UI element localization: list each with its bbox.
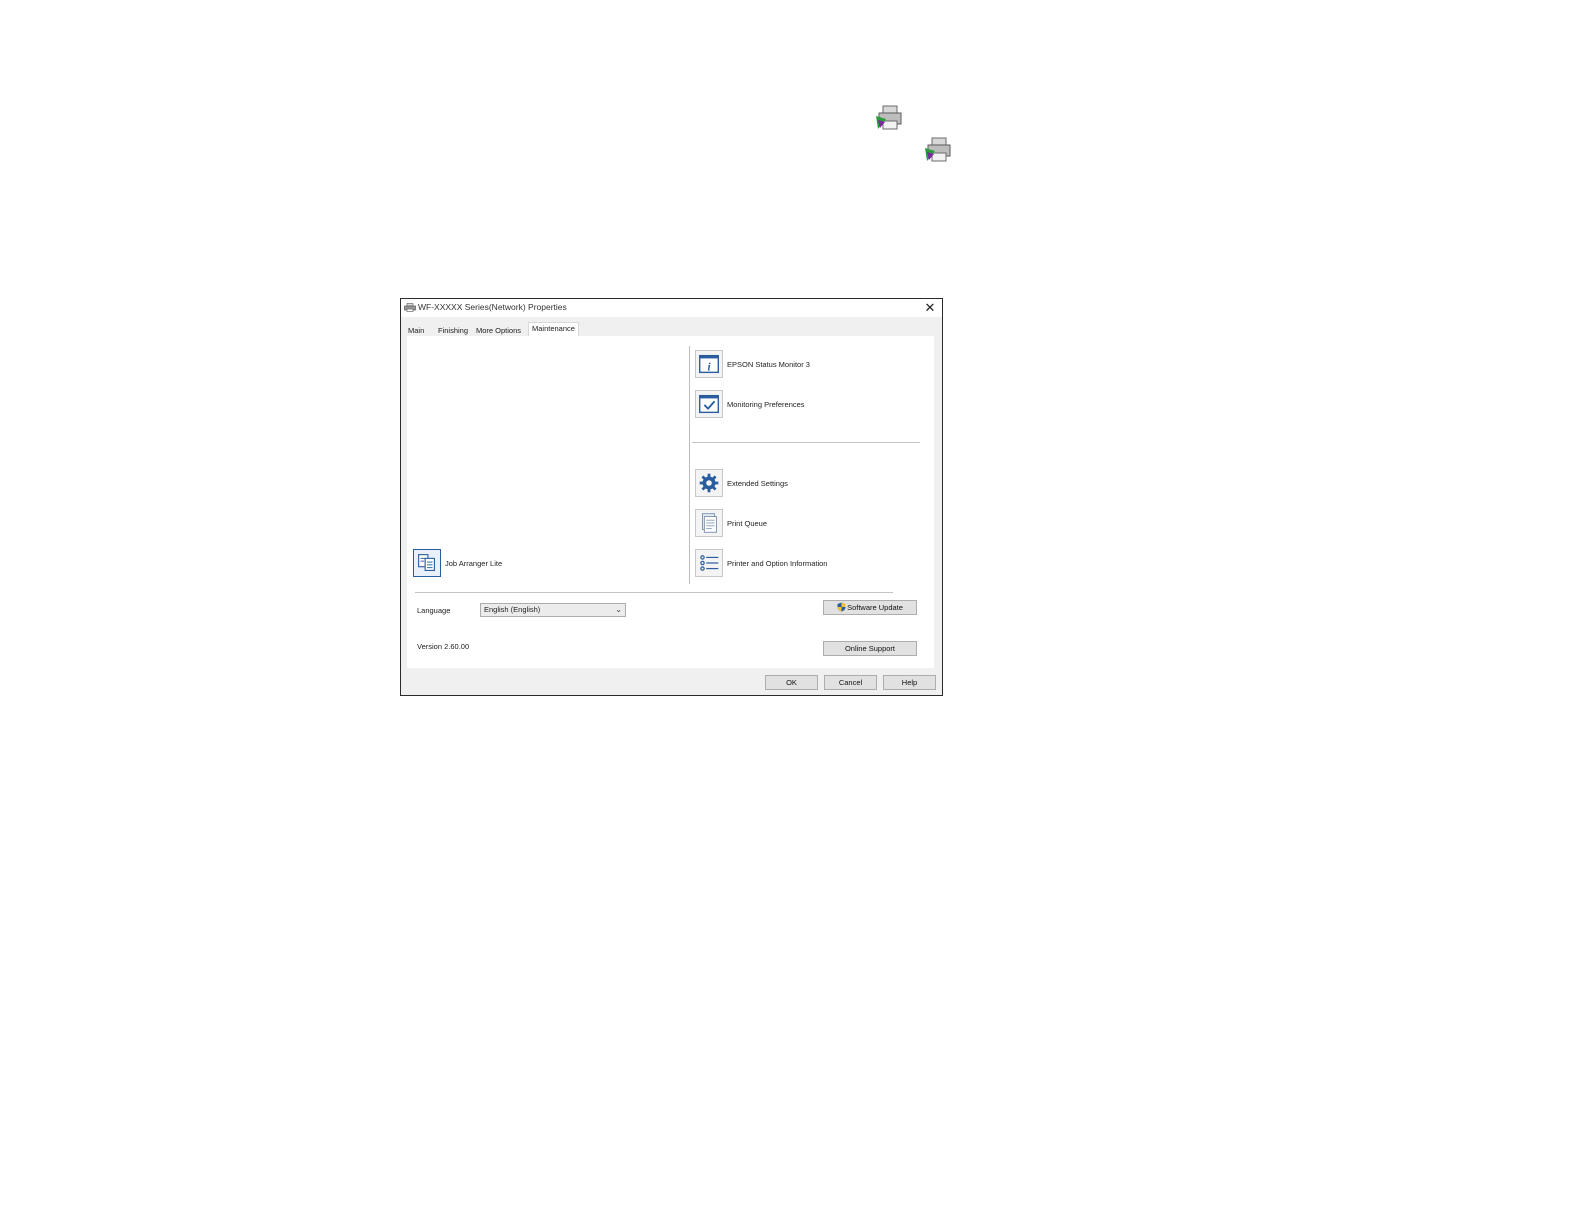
online-support-label: Online Support bbox=[844, 644, 896, 653]
extended-settings-label: Extended Settings bbox=[727, 479, 788, 488]
close-icon[interactable]: ✕ bbox=[922, 300, 938, 316]
vertical-divider bbox=[689, 346, 690, 584]
maintenance-panel: i EPSON Status Monitor 3 Monitoring Pref… bbox=[407, 336, 934, 668]
software-update-button[interactable]: Software Update bbox=[823, 600, 917, 615]
chevron-down-icon: ⌄ bbox=[615, 605, 622, 614]
language-select[interactable]: English (English) ⌄ bbox=[480, 603, 626, 617]
extended-settings-button[interactable]: Extended Settings bbox=[695, 469, 835, 499]
window-title: WF-XXXXX Series(Network) Properties bbox=[418, 302, 567, 312]
tab-maintenance[interactable]: Maintenance bbox=[528, 322, 579, 336]
language-label: Language bbox=[417, 606, 451, 615]
help-button[interactable]: Help bbox=[883, 675, 936, 690]
status-monitor-label: EPSON Status Monitor 3 bbox=[727, 360, 810, 369]
tab-main[interactable]: Main bbox=[405, 325, 427, 336]
cancel-button[interactable]: Cancel bbox=[824, 675, 877, 690]
printer-icon bbox=[923, 136, 953, 164]
bottom-divider bbox=[415, 592, 893, 593]
tab-more-options[interactable]: More Options bbox=[473, 325, 524, 336]
online-support-button[interactable]: Online Support bbox=[823, 641, 917, 656]
ok-button[interactable]: OK bbox=[765, 675, 818, 690]
gear-icon bbox=[695, 469, 723, 497]
shield-icon bbox=[837, 602, 846, 612]
monitoring-preferences-label: Monitoring Preferences bbox=[727, 400, 805, 409]
language-selected-value: English (English) bbox=[484, 605, 541, 614]
section-divider bbox=[692, 442, 920, 443]
printer-properties-dialog: WF-XXXXX Series(Network) Properties ✕ Ma… bbox=[400, 298, 943, 696]
printer-info-button[interactable]: Printer and Option Information bbox=[695, 549, 855, 579]
monitoring-preferences-button[interactable]: Monitoring Preferences bbox=[695, 390, 835, 420]
software-update-label: Software Update bbox=[847, 603, 903, 612]
checkmark-icon bbox=[695, 390, 723, 418]
status-monitor-button[interactable]: i EPSON Status Monitor 3 bbox=[695, 350, 835, 380]
job-arranger-icon bbox=[413, 549, 441, 577]
list-icon bbox=[695, 549, 723, 577]
printer-icon bbox=[874, 104, 904, 132]
tab-finishing[interactable]: Finishing bbox=[435, 325, 471, 336]
info-icon: i bbox=[695, 350, 723, 378]
title-bar: WF-XXXXX Series(Network) Properties ✕ bbox=[401, 299, 942, 317]
print-queue-button[interactable]: Print Queue bbox=[695, 509, 835, 539]
document-icon bbox=[695, 509, 723, 537]
job-arranger-button[interactable]: Job Arranger Lite bbox=[413, 549, 533, 579]
printer-info-label: Printer and Option Information bbox=[727, 559, 828, 568]
job-arranger-label: Job Arranger Lite bbox=[445, 559, 503, 568]
printer-icon bbox=[404, 303, 416, 312]
version-text: Version 2.60.00 bbox=[417, 642, 470, 651]
print-queue-label: Print Queue bbox=[727, 519, 768, 528]
